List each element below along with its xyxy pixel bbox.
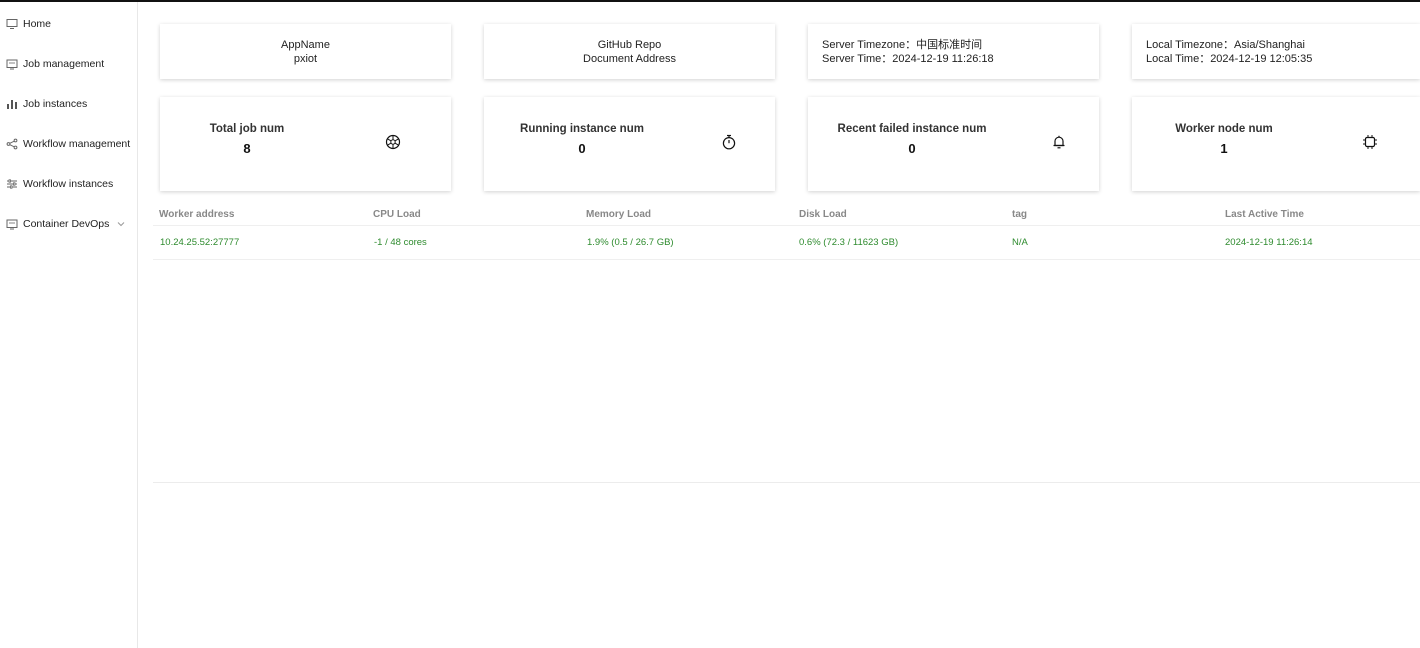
github-repo-link[interactable]: GitHub Repo bbox=[598, 38, 662, 52]
cell-memory-load: 1.9% (0.5 / 26.7 GB) bbox=[587, 237, 674, 248]
header-last-active-time[interactable]: Last Active Time bbox=[1225, 204, 1304, 225]
cell-tag: N/A bbox=[1012, 237, 1028, 248]
app-name-label: AppName bbox=[281, 38, 330, 51]
table-row[interactable]: 10.24.25.52:27777 -1 / 48 cores 1.9% (0.… bbox=[153, 226, 1420, 260]
header-memory-load[interactable]: Memory Load bbox=[586, 204, 651, 225]
header-worker-address[interactable]: Worker address bbox=[159, 204, 234, 225]
total-job-value: 8 bbox=[243, 141, 251, 156]
cell-last-active-time: 2024-12-19 11:26:14 bbox=[1225, 237, 1313, 248]
header-tag[interactable]: tag bbox=[1012, 204, 1027, 225]
bar-chart-icon bbox=[6, 98, 18, 110]
sidebar: Home Job management Job instances Workfl… bbox=[0, 2, 138, 648]
worker-node-value: 1 bbox=[1220, 141, 1228, 156]
sidebar-item-job-instances[interactable]: Job instances bbox=[0, 84, 137, 124]
sidebar-item-label: Workflow instances bbox=[23, 178, 114, 190]
aperture-icon bbox=[384, 133, 402, 151]
local-time-card: Local Timezone：Asia/Shanghai Local Time：… bbox=[1132, 24, 1420, 79]
header-disk-load[interactable]: Disk Load bbox=[799, 204, 847, 225]
failed-instance-value: 0 bbox=[908, 141, 916, 156]
running-instance-label: Running instance num bbox=[520, 123, 644, 135]
cell-disk-load: 0.6% (72.3 / 11623 GB) bbox=[799, 237, 899, 248]
cell-cpu-load: -1 / 48 cores bbox=[374, 237, 427, 248]
workers-table: Worker address CPU Load Memory Load Disk… bbox=[153, 204, 1420, 260]
local-timezone: Local Timezone：Asia/Shanghai bbox=[1146, 38, 1305, 51]
server-timezone: Server Timezone：中国标准时间 bbox=[822, 38, 983, 51]
app-name-value: pxiot bbox=[293, 52, 318, 65]
app-name-card: AppName pxiot bbox=[160, 24, 451, 79]
failed-instance-label: Recent failed instance num bbox=[837, 123, 987, 135]
failed-instance-card: Recent failed instance num 0 bbox=[808, 97, 1099, 191]
chevron-down-icon[interactable] bbox=[117, 219, 125, 229]
sidebar-item-label: Job management bbox=[23, 58, 105, 70]
total-job-label: Total job num bbox=[209, 123, 285, 135]
stopwatch-icon bbox=[720, 133, 738, 151]
top-border bbox=[0, 0, 1420, 2]
sliders-icon bbox=[6, 178, 18, 190]
cell-worker-address: 10.24.25.52:27777 bbox=[160, 237, 240, 248]
local-time: Local Time：2024-12-19 12:05:35 bbox=[1146, 52, 1313, 65]
sidebar-item-workflow-management[interactable]: Workflow management bbox=[0, 124, 137, 164]
server-time: Server Time：2024-12-19 11:26:18 bbox=[822, 52, 994, 65]
folder-icon bbox=[6, 58, 18, 70]
document-address-link[interactable]: Document Address bbox=[583, 52, 676, 66]
running-instance-value: 0 bbox=[578, 141, 586, 156]
bell-icon bbox=[1050, 133, 1068, 151]
server-time-card: Server Timezone：中国标准时间 Server Time：2024-… bbox=[808, 24, 1099, 79]
sidebar-item-home[interactable]: Home bbox=[0, 4, 137, 44]
content-divider bbox=[153, 482, 1420, 483]
worker-node-card: Worker node num 1 bbox=[1132, 97, 1420, 191]
header-cpu-load[interactable]: CPU Load bbox=[373, 204, 421, 225]
sidebar-item-label: Home bbox=[23, 18, 52, 30]
links-card: GitHub Repo Document Address bbox=[484, 24, 775, 79]
sidebar-item-workflow-instances[interactable]: Workflow instances bbox=[0, 164, 137, 204]
folder-icon bbox=[6, 218, 18, 230]
worker-node-label: Worker node num bbox=[1175, 123, 1273, 135]
desktop-icon bbox=[6, 18, 18, 30]
sidebar-item-job-management[interactable]: Job management bbox=[0, 44, 137, 84]
sidebar-item-label: Container DevOps bbox=[23, 218, 110, 230]
chip-icon bbox=[1361, 133, 1379, 151]
running-instance-card: Running instance num 0 bbox=[484, 97, 775, 191]
share-icon bbox=[6, 138, 18, 150]
sidebar-item-label: Job instances bbox=[23, 98, 88, 110]
sidebar-item-label: Workflow management bbox=[23, 138, 131, 150]
total-job-card: Total job num 8 bbox=[160, 97, 451, 191]
sidebar-item-container-devops[interactable]: Container DevOps bbox=[0, 204, 137, 244]
table-header: Worker address CPU Load Memory Load Disk… bbox=[153, 204, 1420, 226]
